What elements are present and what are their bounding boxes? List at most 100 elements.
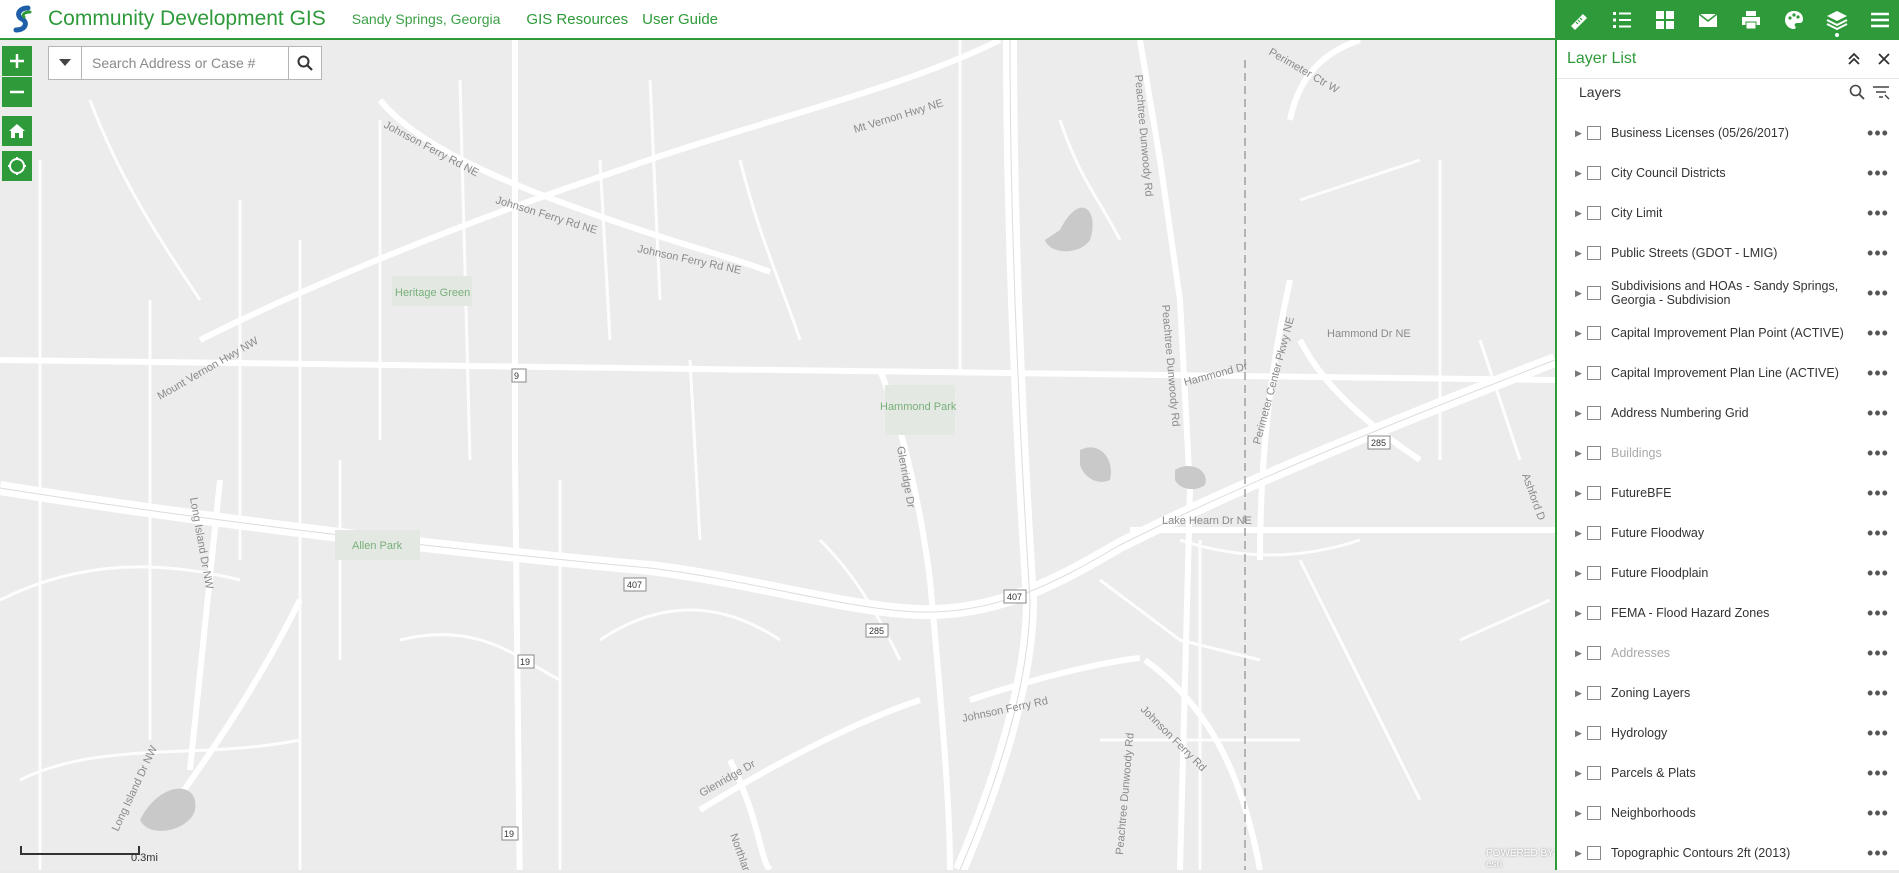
collapse-icon (1848, 52, 1860, 65)
layer-visibility-checkbox[interactable] (1587, 286, 1601, 300)
scale-label: 0.3mi (131, 852, 158, 864)
ellipsis-icon[interactable]: ••• (1863, 603, 1893, 624)
ellipsis-icon[interactable]: ••• (1863, 403, 1893, 424)
road-label: Mt Vernon Hwy NE (852, 97, 944, 136)
panel-title: Layer List (1567, 50, 1637, 67)
layer-visibility-checkbox[interactable] (1587, 566, 1601, 580)
caret-right-icon[interactable]: ▶ (1575, 728, 1587, 739)
layer-visibility-checkbox[interactable] (1587, 406, 1601, 420)
caret-right-icon[interactable]: ▶ (1575, 448, 1587, 459)
caret-right-icon[interactable]: ▶ (1575, 128, 1587, 139)
minus-icon (10, 90, 24, 94)
ellipsis-icon[interactable]: ••• (1863, 203, 1893, 224)
caret-right-icon[interactable]: ▶ (1575, 608, 1587, 619)
ellipsis-icon[interactable]: ••• (1863, 843, 1893, 864)
layer-visibility-checkbox[interactable] (1587, 446, 1601, 460)
ellipsis-icon[interactable]: ••• (1863, 563, 1893, 584)
road-label: Johnson Ferry Rd NE (382, 119, 481, 179)
measure-tool[interactable] (1557, 0, 1600, 40)
layer-visibility-checkbox[interactable] (1587, 246, 1601, 260)
ellipsis-icon[interactable]: ••• (1863, 363, 1893, 384)
search-icon (297, 55, 313, 71)
layer-row: ▶ FutureBFE ••• (1557, 473, 1899, 513)
ellipsis-icon[interactable]: ••• (1863, 723, 1893, 744)
caret-right-icon[interactable]: ▶ (1575, 368, 1587, 379)
layers-section-label: Layers (1579, 84, 1622, 100)
caret-right-icon[interactable]: ▶ (1575, 568, 1587, 579)
ellipsis-icon[interactable]: ••• (1863, 283, 1893, 304)
ellipsis-icon[interactable]: ••• (1863, 443, 1893, 464)
zoom-in-button[interactable] (2, 46, 32, 76)
layer-name: FutureBFE (1611, 486, 1672, 500)
caret-right-icon[interactable]: ▶ (1575, 688, 1587, 699)
close-panel-button[interactable] (1869, 44, 1899, 74)
search-submit-button[interactable] (288, 47, 321, 79)
caret-right-icon[interactable]: ▶ (1575, 648, 1587, 659)
filter-icon (1873, 86, 1890, 100)
caret-right-icon[interactable]: ▶ (1575, 408, 1587, 419)
caret-right-icon[interactable]: ▶ (1575, 328, 1587, 339)
legend-tool[interactable] (1600, 0, 1643, 40)
caret-right-icon[interactable]: ▶ (1575, 168, 1587, 179)
layer-visibility-checkbox[interactable] (1587, 646, 1601, 660)
layer-filter-button[interactable] (1869, 80, 1893, 104)
ellipsis-icon[interactable]: ••• (1863, 483, 1893, 504)
ellipsis-icon[interactable]: ••• (1863, 803, 1893, 824)
ellipsis-icon[interactable]: ••• (1863, 163, 1893, 184)
layer-search-button[interactable] (1845, 80, 1869, 104)
close-icon (1878, 53, 1890, 65)
ellipsis-icon[interactable]: ••• (1863, 243, 1893, 264)
caret-right-icon[interactable]: ▶ (1575, 288, 1587, 299)
more-tools-button[interactable] (1858, 0, 1899, 40)
search-input[interactable] (82, 47, 288, 79)
caret-right-icon[interactable]: ▶ (1575, 528, 1587, 539)
zoom-out-button[interactable] (2, 77, 32, 107)
layer-visibility-checkbox[interactable] (1587, 326, 1601, 340)
layer-visibility-checkbox[interactable] (1587, 366, 1601, 380)
layer-row: ▶ Hydrology ••• (1557, 713, 1899, 753)
ellipsis-icon[interactable]: ••• (1863, 683, 1893, 704)
gis-resources-link[interactable]: GIS Resources (526, 11, 628, 28)
caret-right-icon[interactable]: ▶ (1575, 768, 1587, 779)
layer-name: Future Floodway (1611, 526, 1705, 540)
layer-visibility-checkbox[interactable] (1587, 686, 1601, 700)
draw-tool[interactable] (1772, 0, 1815, 40)
collapse-panel-button[interactable] (1839, 44, 1869, 74)
caret-right-icon[interactable]: ▶ (1575, 208, 1587, 219)
search-source-dropdown[interactable] (49, 47, 82, 79)
layer-visibility-checkbox[interactable] (1587, 726, 1601, 740)
layer-visibility-checkbox[interactable] (1587, 806, 1601, 820)
caret-right-icon[interactable]: ▶ (1575, 808, 1587, 819)
ellipsis-icon[interactable]: ••• (1863, 643, 1893, 664)
layer-visibility-checkbox[interactable] (1587, 606, 1601, 620)
ellipsis-icon[interactable]: ••• (1863, 763, 1893, 784)
basemap-gallery-tool[interactable] (1643, 0, 1686, 40)
caret-right-icon[interactable]: ▶ (1575, 848, 1587, 859)
road-label: Perimeter Center Pkwy NE (1251, 316, 1297, 446)
layer-list-tool[interactable] (1815, 0, 1858, 40)
svg-text:285: 285 (869, 626, 884, 636)
map-view[interactable]: Johnson Ferry Rd NE Johnson Ferry Rd NE … (0, 40, 1555, 870)
caret-right-icon[interactable]: ▶ (1575, 488, 1587, 499)
caret-right-icon[interactable]: ▶ (1575, 248, 1587, 259)
ellipsis-icon[interactable]: ••• (1863, 323, 1893, 344)
layer-visibility-checkbox[interactable] (1587, 126, 1601, 140)
locate-button[interactable] (2, 151, 32, 181)
layer-visibility-checkbox[interactable] (1587, 166, 1601, 180)
layer-name: FEMA - Flood Hazard Zones (1611, 606, 1770, 620)
app-title: Community Development GIS (48, 7, 326, 30)
layer-visibility-checkbox[interactable] (1587, 846, 1601, 860)
menu-icon (1870, 12, 1889, 28)
user-guide-link[interactable]: User Guide (642, 11, 718, 28)
ellipsis-icon[interactable]: ••• (1863, 523, 1893, 544)
share-tool[interactable] (1686, 0, 1729, 40)
print-tool[interactable] (1729, 0, 1772, 40)
layer-visibility-checkbox[interactable] (1587, 766, 1601, 780)
home-button[interactable] (2, 116, 32, 146)
layer-visibility-checkbox[interactable] (1587, 486, 1601, 500)
layer-visibility-checkbox[interactable] (1587, 206, 1601, 220)
layer-visibility-checkbox[interactable] (1587, 526, 1601, 540)
ellipsis-icon[interactable]: ••• (1863, 123, 1893, 144)
route-shield: 285 (865, 623, 889, 638)
layer-name: Capital Improvement Plan Line (ACTIVE) (1611, 366, 1839, 380)
